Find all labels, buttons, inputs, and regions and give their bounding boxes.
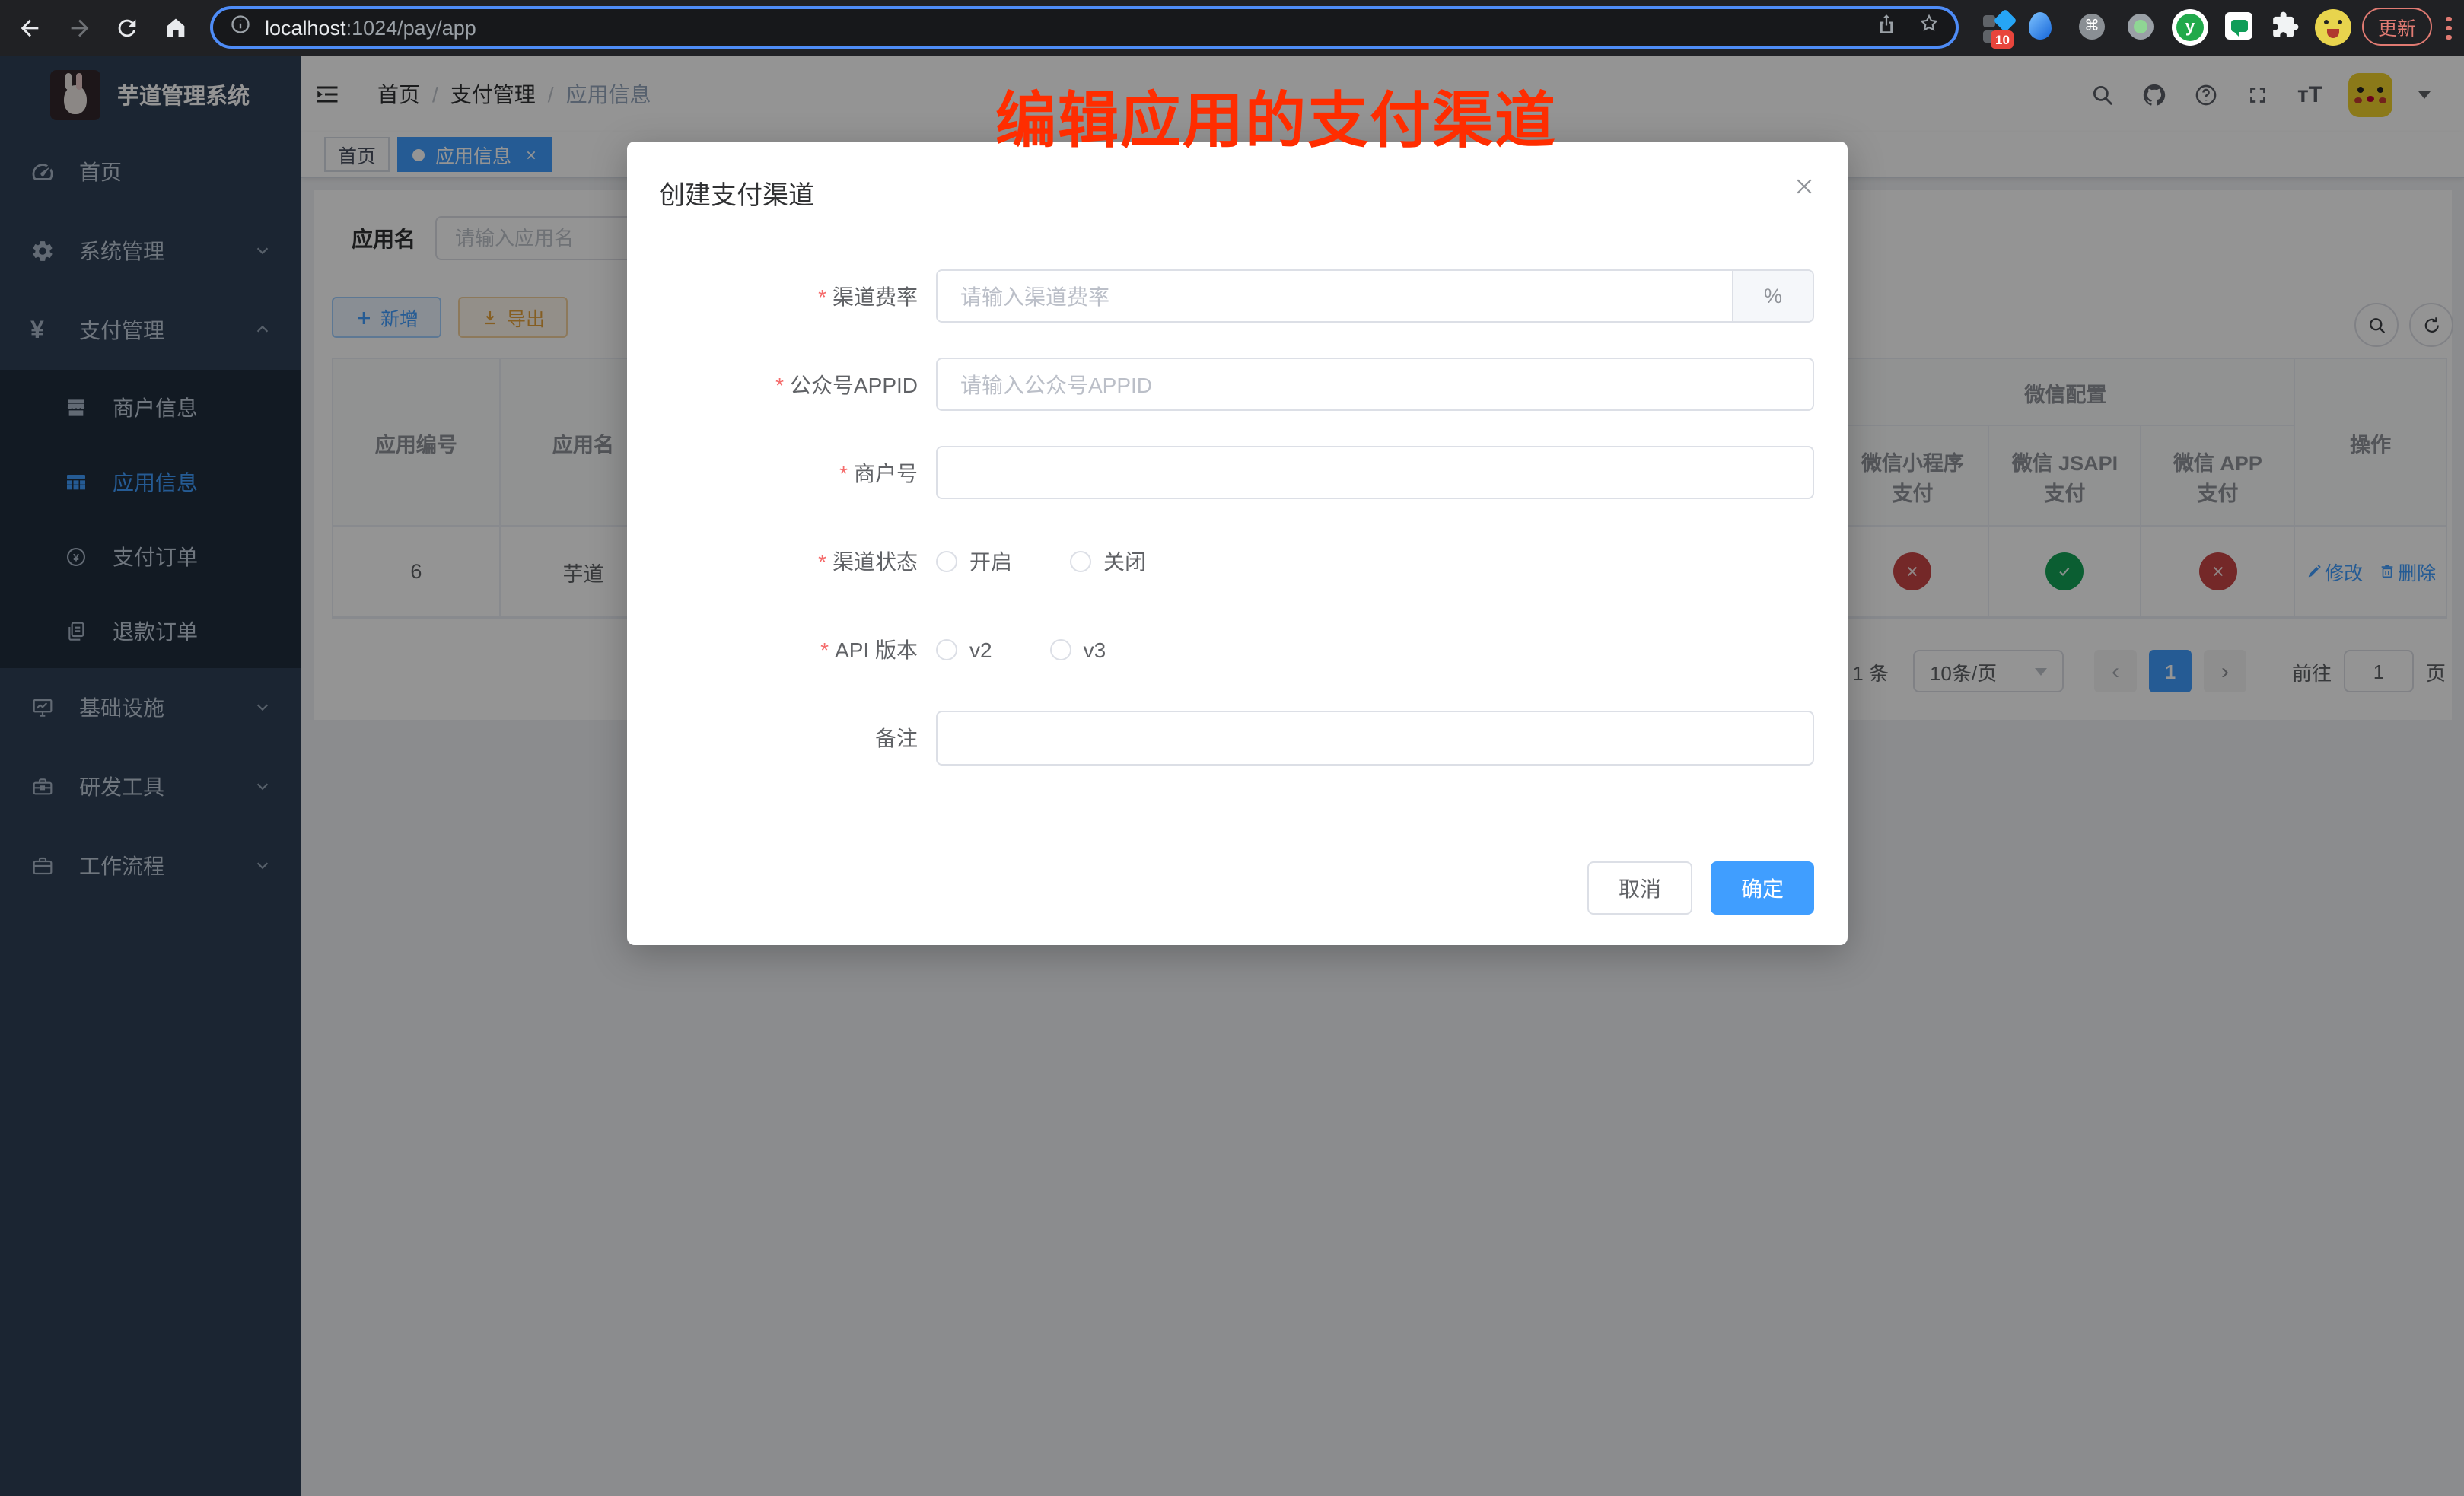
- radio-icon: [1070, 550, 1091, 571]
- chrome-update-button[interactable]: 更新: [2362, 8, 2432, 46]
- confirm-button[interactable]: 确定: [1711, 861, 1814, 915]
- reload-icon[interactable]: [114, 15, 140, 41]
- radio-icon: [1050, 638, 1071, 660]
- fee-rate-input[interactable]: [938, 271, 1732, 321]
- screen: localhost:1024/pay/app 10 ⌘: [0, 0, 2464, 1496]
- forward-icon[interactable]: [67, 15, 93, 41]
- radio-api-v2[interactable]: v2: [936, 637, 992, 661]
- close-icon[interactable]: [1793, 175, 1816, 198]
- field-label: 公众号APPID: [627, 369, 918, 399]
- extension-y-icon[interactable]: y: [2172, 9, 2208, 46]
- dialog-form: 渠道费率 % 公众号APPID 商户号 渠道状态: [627, 269, 1814, 801]
- field-label: 商户号: [627, 457, 918, 488]
- remark-input[interactable]: [936, 711, 1814, 766]
- app-viewport: 芋道管理系统 首页 系统管理 ¥ 支付管理: [0, 56, 2464, 1496]
- browser-toolbar: localhost:1024/pay/app 10 ⌘: [0, 0, 2464, 56]
- browser-menu-icon[interactable]: [2446, 12, 2452, 43]
- extension-badge: 10: [1991, 30, 2014, 49]
- field-label: 渠道状态: [627, 546, 918, 576]
- percent-suffix: %: [1732, 271, 1813, 321]
- form-row-remark: 备注: [627, 711, 1814, 766]
- radio-icon: [936, 550, 957, 571]
- radio-icon: [936, 638, 957, 660]
- extension-balloon-icon[interactable]: [2029, 12, 2052, 40]
- cancel-button[interactable]: 取消: [1587, 861, 1692, 915]
- extension-tabs-icon[interactable]: 10: [1983, 12, 2017, 46]
- merchant-id-input[interactable]: [936, 446, 1814, 499]
- form-row-merchant-id: 商户号: [627, 446, 1814, 499]
- profile-avatar-icon[interactable]: [2315, 9, 2351, 46]
- extension-command-icon[interactable]: ⌘: [2079, 14, 2105, 40]
- url-bar[interactable]: localhost:1024/pay/app: [210, 6, 1959, 49]
- field-label: 渠道费率: [627, 281, 918, 311]
- extensions-puzzle-icon[interactable]: [2271, 11, 2300, 40]
- url-text: localhost:1024/pay/app: [265, 16, 476, 39]
- appid-input[interactable]: [936, 358, 1814, 411]
- radio-status-open[interactable]: 开启: [936, 546, 1012, 576]
- radio-status-closed[interactable]: 关闭: [1070, 546, 1146, 576]
- bookmark-star-icon[interactable]: [1918, 12, 1940, 43]
- radio-api-v3[interactable]: v3: [1050, 637, 1106, 661]
- field-label: 备注: [627, 723, 918, 753]
- dialog-title: 创建支付渠道: [659, 173, 814, 212]
- back-icon[interactable]: [17, 15, 43, 41]
- home-icon[interactable]: [163, 15, 189, 41]
- extension-dot-icon[interactable]: [2128, 14, 2154, 40]
- form-row-fee-rate: 渠道费率 %: [627, 269, 1814, 323]
- field-label: API 版本: [627, 634, 918, 664]
- site-info-icon[interactable]: [230, 13, 251, 42]
- form-row-appid: 公众号APPID: [627, 358, 1814, 411]
- form-row-channel-status: 渠道状态 开启 关闭: [627, 534, 1814, 587]
- extension-chat-icon[interactable]: [2225, 12, 2252, 40]
- share-icon[interactable]: [1875, 12, 1898, 43]
- annotation-text: 编辑应用的支付渠道: [995, 72, 1557, 160]
- create-pay-channel-dialog: 创建支付渠道 渠道费率 % 公众号APPID 商户号: [627, 142, 1848, 945]
- form-row-api-version: API 版本 v2 v3: [627, 622, 1814, 676]
